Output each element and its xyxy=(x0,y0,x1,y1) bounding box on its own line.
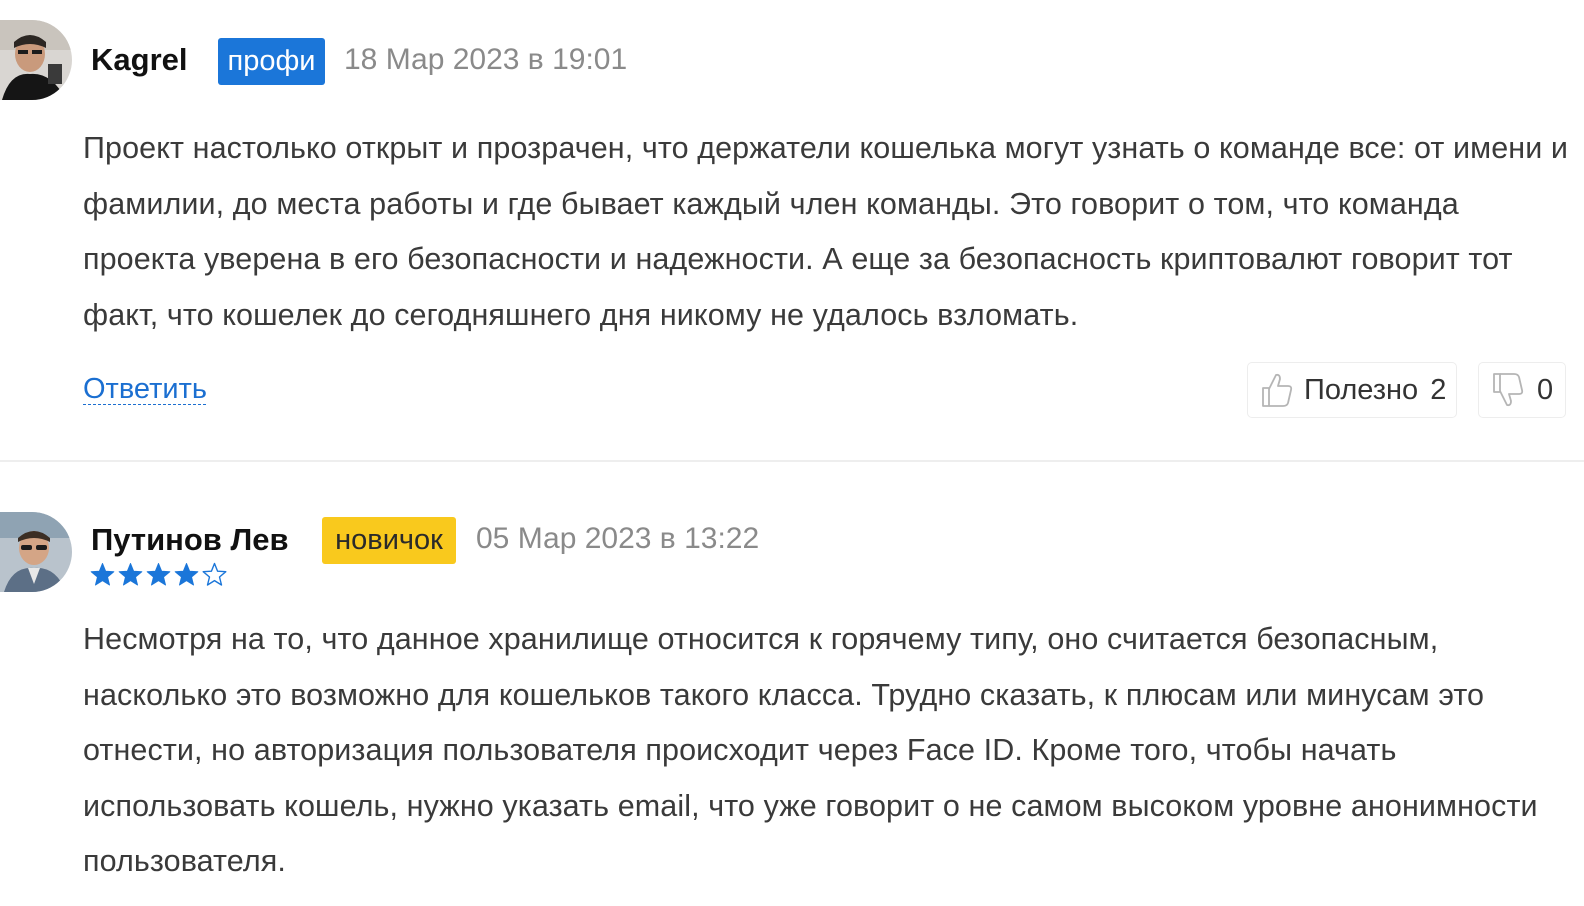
unhelpful-button[interactable]: 0 xyxy=(1478,362,1566,418)
unhelpful-count: 0 xyxy=(1537,373,1554,406)
review-card: Путинов Лев новичок 05 Мар 2023 в 13:22 … xyxy=(0,462,1584,906)
helpful-button[interactable]: Полезно 2 xyxy=(1247,362,1457,418)
star-filled-icon xyxy=(174,563,199,586)
star-empty-icon xyxy=(202,562,227,586)
author-name[interactable]: Kagrel xyxy=(91,42,187,78)
helpful-count: 2 xyxy=(1430,373,1447,406)
helpful-label: Полезно xyxy=(1304,373,1419,406)
review-date: 18 Мар 2023 в 19:01 xyxy=(344,43,628,76)
avatar[interactable] xyxy=(0,20,72,100)
rating-stars xyxy=(90,562,227,592)
reply-link[interactable]: Ответить xyxy=(83,373,207,406)
avatar[interactable] xyxy=(0,512,72,592)
author-name[interactable]: Путинов Лев xyxy=(91,522,289,558)
review-card: Kagrel профи 18 Мар 2023 в 19:01 Проект … xyxy=(0,0,1584,462)
thumbs-up-icon xyxy=(1262,373,1293,407)
avatar-image xyxy=(0,20,72,100)
review-text: Проект настолько открыт и прозрачен, что… xyxy=(83,131,1569,332)
thumbs-down-icon xyxy=(1493,373,1524,407)
star-filled-icon xyxy=(146,563,171,586)
star-filled-icon xyxy=(118,563,143,586)
review-text: Несмотря на то, что данное хранилище отн… xyxy=(83,622,1538,878)
review-date: 05 Мар 2023 в 13:22 xyxy=(476,522,760,555)
status-badge: новичок xyxy=(322,517,456,564)
avatar-image xyxy=(0,512,72,592)
status-badge: профи xyxy=(218,38,325,85)
star-filled-icon xyxy=(90,563,115,586)
